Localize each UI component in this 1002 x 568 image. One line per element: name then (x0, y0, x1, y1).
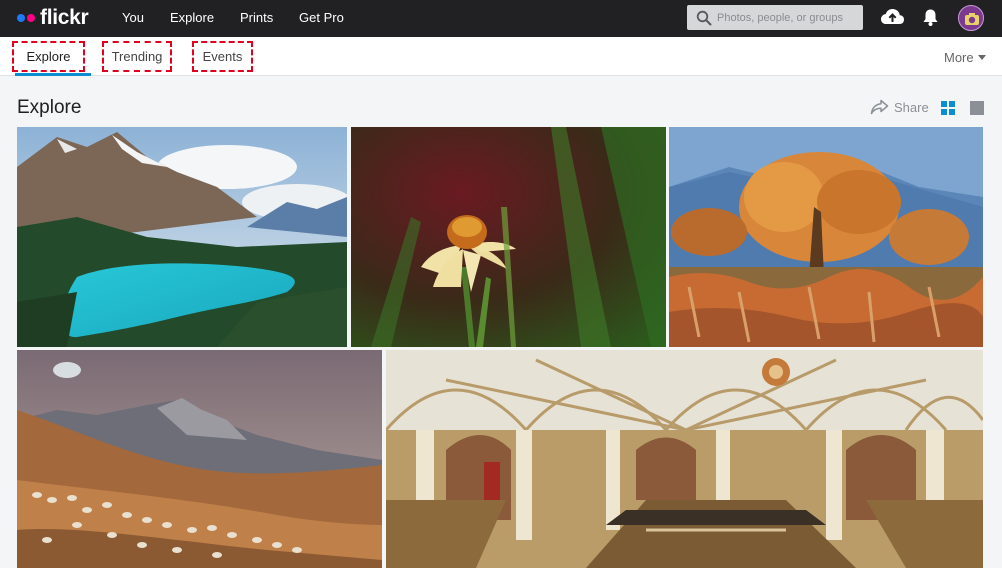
page-title: Explore (17, 97, 82, 118)
search-icon (696, 10, 712, 25)
logo-text: flickr (40, 6, 89, 29)
search-box[interactable] (687, 5, 863, 30)
photo-autumn-tree[interactable] (669, 127, 983, 347)
tab-events[interactable]: Events (192, 41, 253, 72)
more-menu-button[interactable]: More (944, 50, 986, 65)
share-label: Share (894, 99, 929, 115)
logo-blue-dot (17, 14, 25, 22)
active-tab-indicator (15, 73, 91, 76)
nav-link-prints[interactable]: Prints (240, 10, 273, 26)
notification-bell-icon[interactable] (922, 8, 939, 27)
photo-sheep-hills[interactable] (17, 350, 382, 568)
tab-explore[interactable]: Explore (12, 41, 85, 72)
nav-link-get-pro[interactable]: Get Pro (299, 10, 344, 26)
upload-cloud-icon[interactable] (880, 6, 905, 28)
flickr-logo[interactable]: flickr (17, 6, 89, 29)
nav-link-you[interactable]: You (122, 10, 144, 26)
search-input[interactable] (717, 11, 857, 24)
photo-mountain-lake[interactable] (17, 127, 347, 347)
grid-view-icon[interactable] (941, 101, 955, 115)
share-button[interactable]: Share (870, 99, 929, 115)
avatar-camera-icon (965, 13, 979, 25)
top-navigation-bar: flickr You Explore Prints Get Pro (0, 0, 1002, 37)
caret-down-icon (977, 55, 986, 60)
nav-link-explore[interactable]: Explore (170, 10, 214, 26)
logo-pink-dot (27, 14, 35, 22)
photo-vaulted-hall[interactable] (386, 350, 983, 568)
avatar[interactable] (958, 5, 984, 31)
tab-trending[interactable]: Trending (102, 41, 172, 72)
share-arrow-icon (870, 99, 889, 115)
single-view-icon[interactable] (970, 101, 984, 115)
photo-coneflower[interactable] (351, 127, 666, 347)
more-label: More (944, 50, 974, 65)
